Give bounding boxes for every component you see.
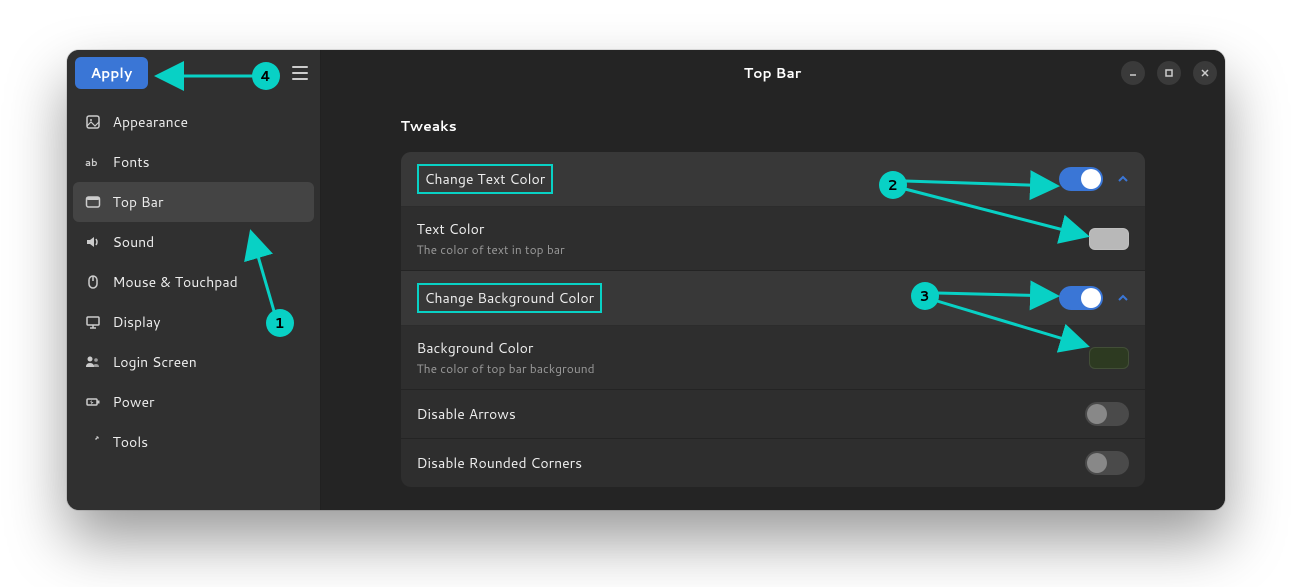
- text-color-swatch[interactable]: [1089, 228, 1129, 250]
- sidebar-item-appearance[interactable]: Appearance: [73, 102, 314, 142]
- login-icon: [85, 354, 101, 370]
- toggle-disable-rounded[interactable]: [1085, 451, 1129, 475]
- main-content: Tweaks Change Text Color Text Color The …: [321, 96, 1225, 510]
- chevron-up-icon[interactable]: [1117, 292, 1129, 304]
- sidebar-item-label: Sound: [113, 232, 155, 252]
- setting-label: Disable Arrows: [417, 404, 1085, 424]
- tools-icon: [85, 434, 101, 450]
- sidebar-header: Apply: [67, 50, 320, 96]
- window-controls: [1121, 61, 1217, 85]
- app-window: Apply Appearance ab Fonts: [67, 50, 1225, 510]
- main-panel: Top Bar Tweaks Change Text Color: [321, 50, 1225, 510]
- sidebar-item-label: Power: [113, 392, 155, 412]
- main-header: Top Bar: [321, 50, 1225, 96]
- setting-disable-rounded: Disable Rounded Corners: [401, 439, 1145, 487]
- setting-text-color: Text Color The color of text in top bar: [401, 207, 1145, 271]
- close-button[interactable]: [1193, 61, 1217, 85]
- display-icon: [85, 314, 101, 330]
- sidebar-item-label: Login Screen: [113, 352, 197, 372]
- sidebar-item-label: Tools: [113, 432, 149, 452]
- maximize-button[interactable]: [1157, 61, 1181, 85]
- mouse-icon: [85, 274, 101, 290]
- setting-label: Change Background Color: [417, 283, 603, 313]
- sidebar-item-label: Top Bar: [113, 192, 164, 212]
- setting-label: Disable Rounded Corners: [417, 453, 1085, 473]
- sidebar-item-sound[interactable]: Sound: [73, 222, 314, 262]
- annotation-badge-4: 4: [252, 62, 280, 90]
- setting-label: Change Text Color: [417, 164, 554, 194]
- annotation-badge-1: 1: [266, 309, 294, 337]
- sidebar-item-tools[interactable]: Tools: [73, 422, 314, 462]
- svg-text:ab: ab: [85, 156, 98, 170]
- annotation-badge-2: 2: [879, 171, 907, 199]
- setting-label: Text Color: [417, 219, 1089, 239]
- sidebar-item-fonts[interactable]: ab Fonts: [73, 142, 314, 182]
- setting-disable-arrows: Disable Arrows: [401, 390, 1145, 439]
- section-title: Tweaks: [401, 116, 1145, 136]
- chevron-up-icon[interactable]: [1117, 173, 1129, 185]
- sidebar-item-topbar[interactable]: Top Bar: [73, 182, 314, 222]
- sidebar-item-label: Appearance: [113, 112, 189, 132]
- tweaks-card: Change Text Color Text Color The color o…: [401, 152, 1145, 487]
- setting-desc: The color of top bar background: [417, 360, 1089, 377]
- sidebar-item-label: Mouse & Touchpad: [113, 272, 238, 292]
- sidebar-item-login[interactable]: Login Screen: [73, 342, 314, 382]
- hamburger-menu-icon[interactable]: [288, 61, 312, 85]
- power-icon: [85, 394, 101, 410]
- setting-change-text-color: Change Text Color: [401, 152, 1145, 207]
- setting-label: Background Color: [417, 338, 1089, 358]
- page-title: Top Bar: [744, 63, 802, 83]
- sidebar-item-mouse[interactable]: Mouse & Touchpad: [73, 262, 314, 302]
- sidebar-item-label: Display: [113, 312, 161, 332]
- fonts-icon: ab: [85, 154, 101, 170]
- annotation-badge-3: 3: [911, 282, 939, 310]
- topbar-icon: [85, 194, 101, 210]
- appearance-icon: [85, 114, 101, 130]
- setting-bg-color: Background Color The color of top bar ba…: [401, 326, 1145, 390]
- setting-desc: The color of text in top bar: [417, 241, 1089, 258]
- apply-button[interactable]: Apply: [75, 57, 149, 89]
- sidebar-item-power[interactable]: Power: [73, 382, 314, 422]
- toggle-change-text-color[interactable]: [1059, 167, 1103, 191]
- sidebar-nav: Appearance ab Fonts Top Bar Sound: [67, 96, 320, 468]
- toggle-disable-arrows[interactable]: [1085, 402, 1129, 426]
- sound-icon: [85, 234, 101, 250]
- sidebar: Apply Appearance ab Fonts: [67, 50, 321, 510]
- minimize-button[interactable]: [1121, 61, 1145, 85]
- sidebar-item-label: Fonts: [113, 152, 150, 172]
- setting-change-bg-color: Change Background Color: [401, 271, 1145, 326]
- toggle-change-bg-color[interactable]: [1059, 286, 1103, 310]
- bg-color-swatch[interactable]: [1089, 347, 1129, 369]
